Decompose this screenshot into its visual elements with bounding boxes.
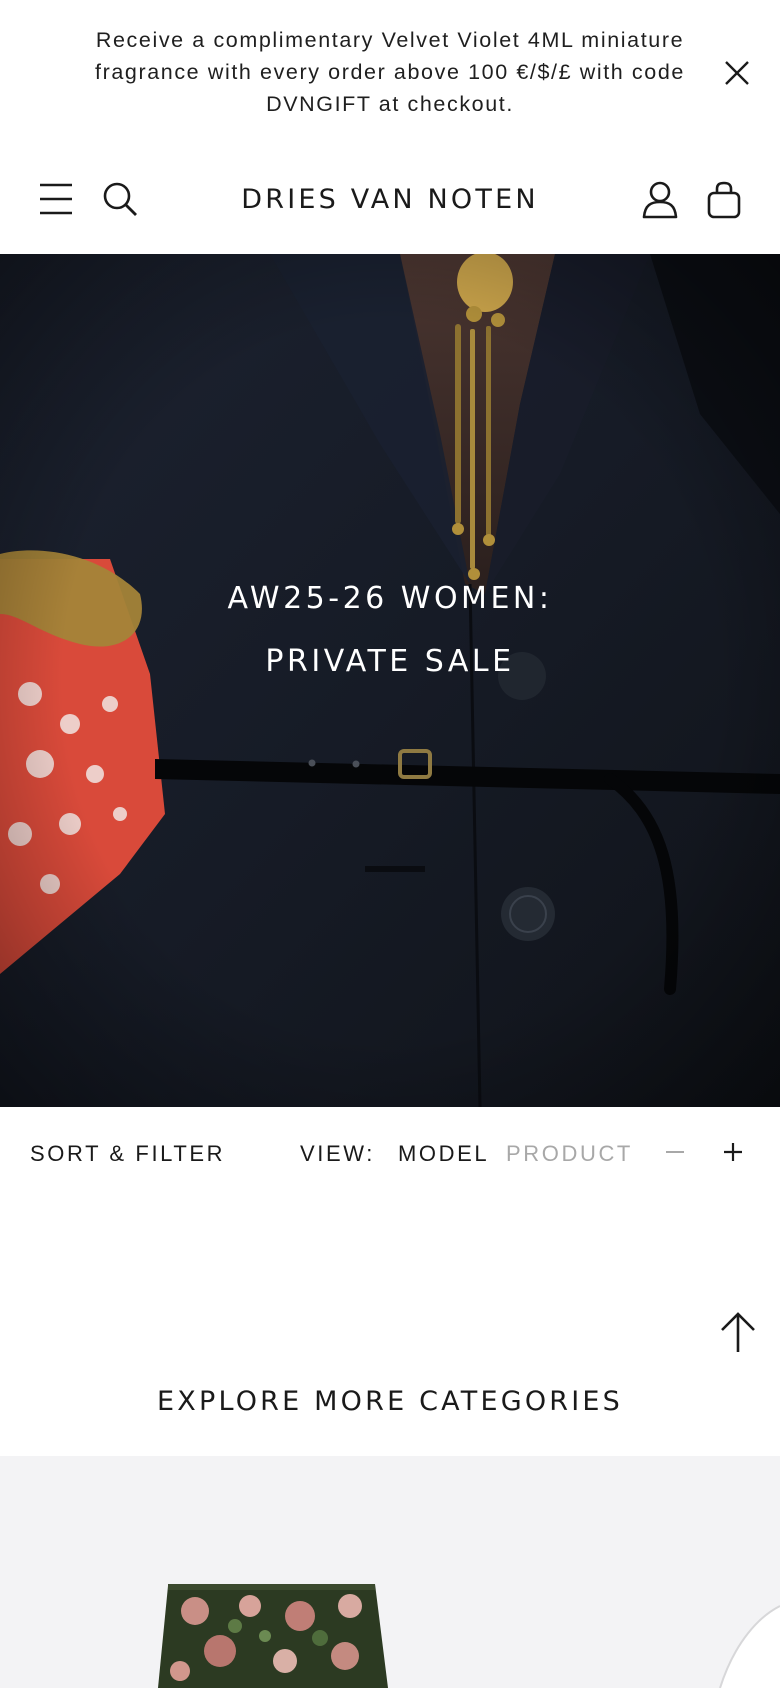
view-label: VIEW: xyxy=(300,1141,375,1166)
category-card-floral[interactable] xyxy=(158,1584,388,1688)
listing-toolbar: SORT & FILTER VIEW: MODEL PRODUCT xyxy=(0,1107,780,1199)
hero-title-line1: AW25-26 WOMEN: xyxy=(227,581,553,616)
bag-icon xyxy=(707,181,741,219)
announcement-text: Receive a complimentary Velvet Violet 4M… xyxy=(95,28,685,116)
category-card-white-shirt[interactable] xyxy=(719,1605,780,1688)
account-button[interactable] xyxy=(642,181,678,219)
hero-banner[interactable]: AW25-26 WOMEN: PRIVATE SALE xyxy=(0,254,780,1107)
back-to-top-button[interactable] xyxy=(716,1310,760,1354)
announcement-bar: Receive a complimentary Velvet Violet 4M… xyxy=(0,0,780,145)
bag-button[interactable] xyxy=(706,181,742,219)
account-icon xyxy=(642,181,678,219)
explore-categories-title: EXPLORE MORE CATEGORIES xyxy=(157,1386,623,1417)
zoom-in-button[interactable] xyxy=(722,1141,744,1163)
arrow-up-icon xyxy=(721,1312,755,1352)
view-model-option[interactable]: MODEL xyxy=(398,1141,489,1167)
zoom-out-button[interactable] xyxy=(664,1141,686,1163)
close-icon xyxy=(725,61,749,85)
hero-image xyxy=(0,254,780,1107)
category-thumbnails xyxy=(158,1584,780,1688)
close-announcement-button[interactable] xyxy=(720,56,754,90)
category-carousel xyxy=(0,1456,780,1688)
hero-title-line2: PRIVATE SALE xyxy=(265,644,515,679)
plus-icon xyxy=(724,1143,742,1161)
site-header: DRIES VAN NOTEN xyxy=(0,145,780,254)
sort-filter-button[interactable]: SORT & FILTER xyxy=(30,1141,225,1167)
view-product-option[interactable]: PRODUCT xyxy=(506,1141,633,1167)
minus-icon xyxy=(666,1151,684,1153)
